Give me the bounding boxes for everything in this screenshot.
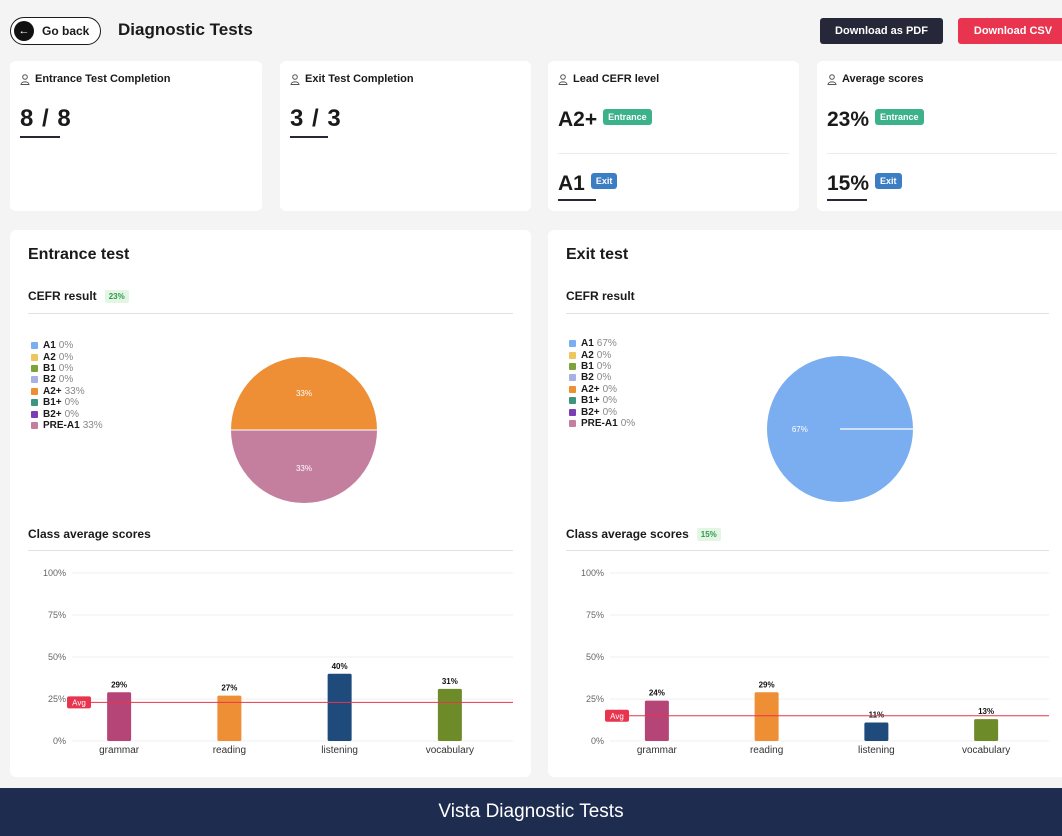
value-underline (558, 199, 596, 201)
entrance-completion-title: Entrance Test Completion (35, 73, 171, 85)
bar-value-label: 11% (869, 711, 885, 720)
lead-cefr-title: Lead CEFR level (573, 73, 660, 85)
x-category-label: listening (321, 745, 358, 756)
bar (327, 673, 352, 741)
bar-value-label: 31% (442, 677, 458, 686)
entrance-completion-card: Entrance Test Completion 8 / 8 (10, 61, 262, 211)
download-pdf-button[interactable]: Download as PDF (820, 18, 943, 44)
x-category-label: vocabulary (426, 745, 474, 756)
y-tick-label: 100% (43, 568, 66, 578)
bar (437, 688, 462, 741)
x-category-label: reading (213, 745, 246, 756)
arrow-left-icon: ← (14, 21, 34, 41)
entrance-tag: Entrance (875, 109, 924, 126)
x-category-label: grammar (637, 745, 678, 756)
y-tick-label: 25% (48, 694, 66, 704)
footer: Vista Diagnostic Tests (0, 788, 1062, 836)
y-tick-label: 75% (48, 610, 66, 620)
page-title: Diagnostic Tests (118, 20, 253, 39)
average-label: Avg (72, 698, 86, 707)
y-tick-label: 0% (53, 736, 66, 746)
bar-value-label: 13% (978, 707, 994, 716)
bar (644, 700, 669, 741)
average-entrance-value: 23% (827, 108, 870, 131)
exit-tag: Exit (590, 173, 618, 190)
user-icon (827, 73, 837, 85)
lead-cefr-entrance-value: A2+ (558, 108, 598, 131)
exit-completion-value: 3 / 3 (290, 105, 342, 132)
entrance-test-panel: Entrance test CEFR result 23% A1 0% A2 0% … (10, 230, 531, 777)
y-tick-label: 50% (586, 652, 604, 662)
y-tick-label: 50% (48, 652, 66, 662)
lead-cefr-card: Lead CEFR level A2+ Entrance A1 Exit (548, 61, 799, 211)
value-underline (827, 199, 867, 201)
average-scores-title: Average scores (842, 73, 924, 85)
x-category-label: grammar (99, 745, 140, 756)
average-scores-card: Average scores 23% Entrance 15% Exit (817, 61, 1062, 211)
lead-cefr-exit-value: A1 (558, 172, 585, 195)
divider (558, 153, 789, 154)
bar-value-label: 29% (111, 680, 127, 689)
exit-tag: Exit (875, 173, 902, 190)
x-category-label: vocabulary (962, 745, 1010, 756)
bar-value-label: 24% (649, 689, 665, 698)
user-icon (290, 73, 300, 85)
x-category-label: reading (750, 745, 783, 756)
bar-value-label: 27% (221, 684, 237, 693)
top-bar: ← Go back Diagnostic Tests Download as P… (0, 0, 1062, 62)
y-tick-label: 25% (586, 694, 604, 704)
exit-completion-title: Exit Test Completion (305, 73, 414, 85)
bar (754, 692, 779, 741)
average-label: Avg (610, 712, 624, 721)
bar (864, 722, 889, 741)
bar (107, 692, 132, 741)
exit-test-panel: Exit test CEFR result A1 67% A2 0% B1 0% B2… (548, 230, 1062, 777)
bar-value-label: 29% (759, 680, 775, 689)
value-underline (20, 136, 60, 138)
entrance-completion-value: 8 / 8 (20, 105, 72, 132)
value-underline (290, 136, 328, 138)
bar-value-label: 40% (332, 662, 348, 671)
user-icon (558, 73, 568, 85)
footer-text: Vista Diagnostic Tests (438, 801, 624, 822)
go-back-button[interactable]: ← Go back (10, 17, 101, 45)
exit-scores-bar-chart: 0% 25% 50% 75% 100% 24% grammar 29% reading 11% li… (581, 568, 1049, 756)
y-tick-label: 0% (591, 736, 604, 746)
go-back-label: Go back (42, 24, 90, 38)
bar (974, 719, 999, 741)
exit-completion-card: Exit Test Completion 3 / 3 (280, 61, 531, 211)
y-tick-label: 75% (586, 610, 604, 620)
y-tick-label: 100% (581, 568, 604, 578)
download-csv-button[interactable]: Download CSV (958, 18, 1062, 44)
average-exit-value: 15% (827, 172, 870, 195)
x-category-label: listening (858, 745, 895, 756)
entrance-tag: Entrance (603, 109, 652, 126)
user-icon (20, 73, 30, 85)
entrance-scores-bar-chart: 0% 25% 50% 75% 100% 29% grammar 27% reading 40% li… (43, 568, 513, 756)
divider (827, 153, 1057, 154)
